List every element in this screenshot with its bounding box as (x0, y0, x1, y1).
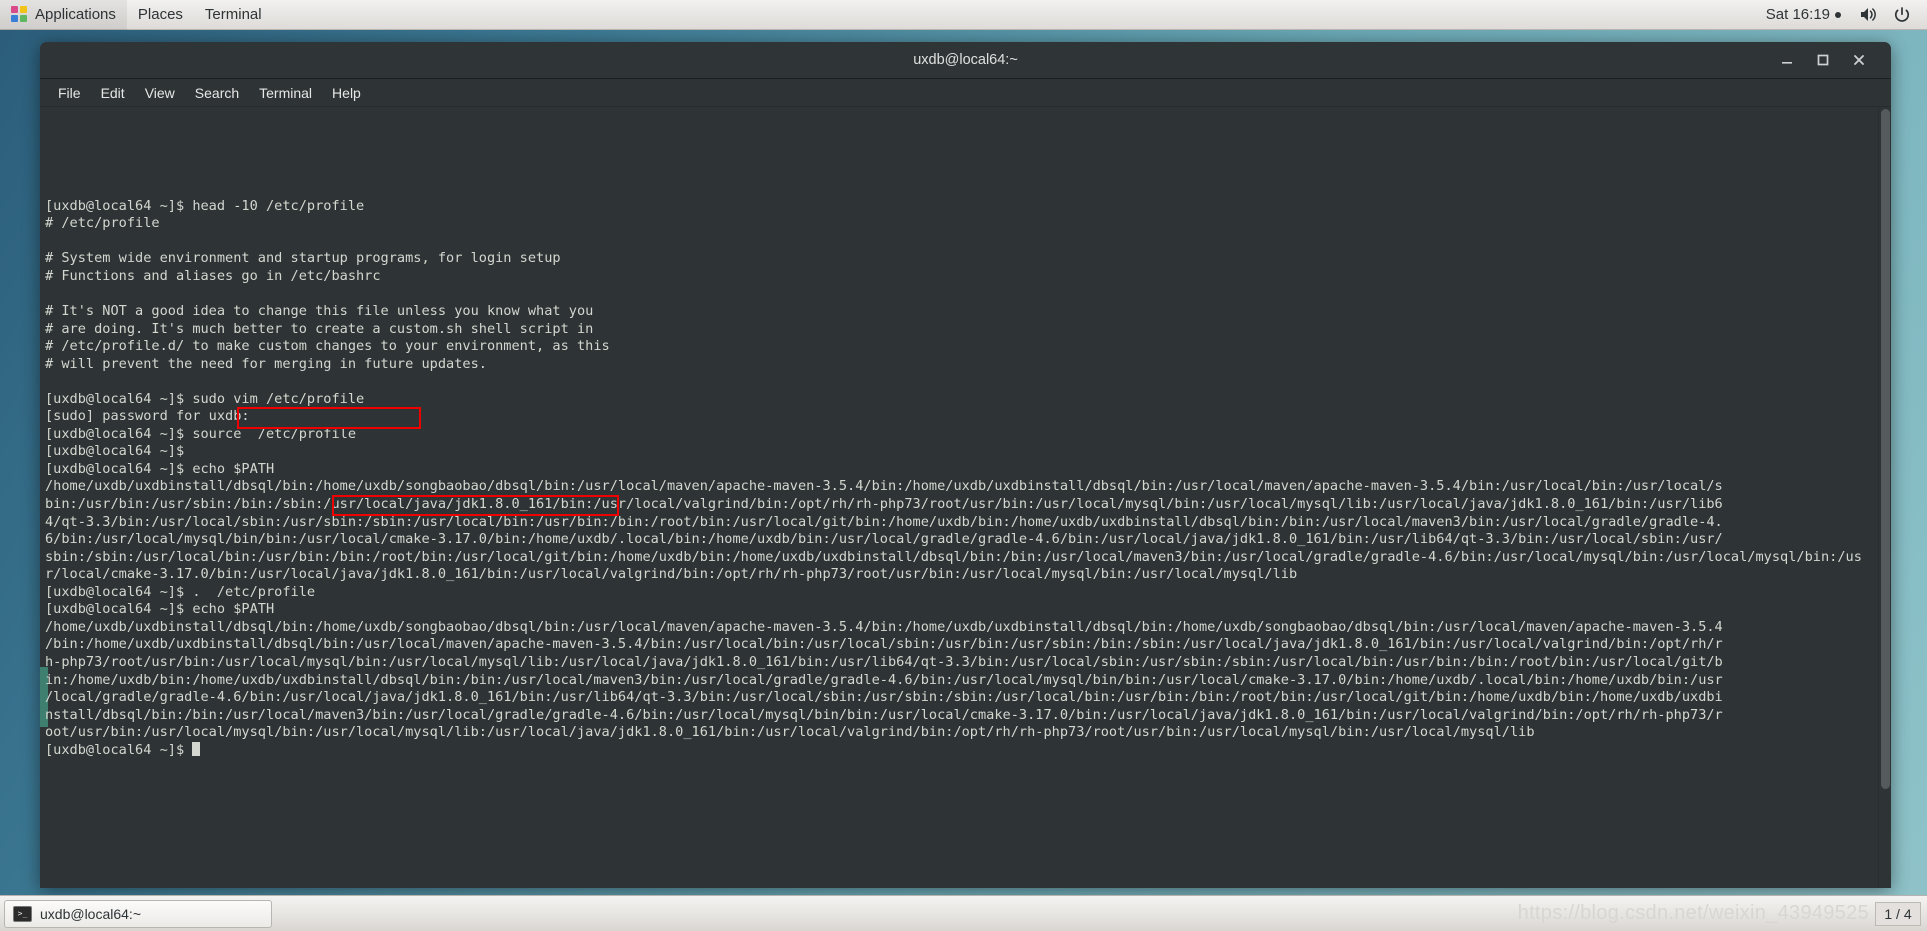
terminal-line: [uxdb@local64 ~]$ (45, 741, 1878, 760)
terminal-line: nstall/dbsql/bin:/bin:/usr/local/maven3/… (45, 706, 1723, 723)
workspace-switcher[interactable]: 1 / 4 (1875, 901, 1921, 926)
top-panel: Applications Places Terminal Sat 16:19 (0, 0, 1927, 30)
terminal-line: /bin:/home/uxdb/uxdbinstall/dbsql/bin:/u… (45, 636, 1723, 653)
watermark-text: https://blog.csdn.net/weixin_43949525 (1517, 902, 1869, 924)
terminal-line: [uxdb@local64 ~]$ (45, 443, 185, 460)
bottom-panel-right: https://blog.csdn.net/weixin_43949525 1 … (1517, 901, 1927, 926)
terminal-line: /home/uxdb/uxdbinstall/dbsql/bin:/home/u… (45, 478, 1723, 495)
menubar-item-search[interactable]: Search (185, 82, 249, 104)
window-title: uxdb@local64:~ (913, 52, 1018, 68)
volume-icon[interactable] (1853, 0, 1883, 30)
taskbar-item-label: uxdb@local64:~ (40, 905, 142, 922)
clock-button[interactable]: Sat 16:19 (1758, 6, 1849, 23)
terminal-body[interactable]: [uxdb@local64 ~]$ head -10 /etc/profile #… (40, 107, 1891, 888)
close-button[interactable] (1841, 46, 1877, 74)
terminal-line: r/local/cmake-3.17.0/bin:/usr/local/java… (45, 566, 1298, 583)
menu-places-label: Places (137, 6, 183, 23)
terminal-line: # /etc/profile.d/ to make custom changes… (45, 338, 610, 355)
terminal-line: 4/qt-3.3/bin:/usr/local/sbin:/usr/sbin:/… (45, 513, 1723, 530)
menubar-item-edit[interactable]: Edit (91, 82, 135, 104)
window-controls (1769, 46, 1891, 74)
clock-label: Sat 16:19 (1765, 6, 1830, 23)
menu-places[interactable]: Places (127, 0, 194, 30)
power-icon[interactable] (1887, 0, 1917, 30)
terminal-menubar: File Edit View Search Terminal Help (40, 79, 1891, 107)
terminal-line: 6/bin:/usr/local/mysql/bin/bin:/usr/loca… (45, 531, 1723, 548)
maximize-button[interactable] (1805, 46, 1841, 74)
terminal-line: bin:/usr/bin:/usr/sbin:/bin:/sbin:/usr/l… (45, 496, 1723, 513)
minimize-button[interactable] (1769, 46, 1805, 74)
terminal-line: in:/home/uxdb/bin:/home/uxdb/uxdbinstall… (45, 671, 1723, 688)
menu-terminal-label: Terminal (204, 6, 262, 23)
window-titlebar[interactable]: uxdb@local64:~ (40, 42, 1891, 79)
terminal-line: [sudo] password for uxdb: (45, 408, 250, 425)
terminal-line: # will prevent the need for merging in f… (45, 355, 487, 372)
terminal-scrollbar-thumb[interactable] (1881, 109, 1890, 789)
terminal-line: [uxdb@local64 ~]$ . /etc/profile (45, 583, 316, 600)
workspace-label: 1 / 4 (1884, 905, 1912, 922)
menubar-item-view[interactable]: View (135, 82, 185, 104)
terminal-line: oot/usr/bin:/usr/local/mysql/bin:/usr/lo… (45, 724, 1535, 741)
terminal-line: [uxdb@local64 ~]$ head -10 /etc/profile (45, 197, 365, 214)
gnome-foot-icon (11, 6, 28, 23)
terminal-line: [uxdb@local64 ~]$ sudo vim /etc/profile (45, 390, 365, 407)
terminal-line: /home/uxdb/uxdbinstall/dbsql/bin:/home/u… (45, 618, 1723, 635)
terminal-icon: >_ (13, 905, 32, 922)
terminal-line: # Functions and aliases go in /etc/bashr… (45, 267, 381, 284)
terminal-window: uxdb@local64:~ File Edit View Search Ter… (40, 42, 1891, 888)
top-panel-status-area: Sat 16:19 (1758, 0, 1927, 30)
bottom-panel: >_ uxdb@local64:~ https://blog.csdn.net/… (0, 895, 1927, 931)
terminal-line: [uxdb@local64 ~]$ echo $PATH (45, 460, 275, 477)
terminal-line: /local/gradle/gradle-4.6/bin:/usr/local/… (45, 689, 1723, 706)
terminal-line: # System wide environment and startup pr… (45, 250, 561, 267)
menu-terminal[interactable]: Terminal (194, 0, 273, 30)
menubar-item-terminal[interactable]: Terminal (249, 82, 322, 104)
recording-dot-icon (1835, 11, 1841, 18)
menu-applications[interactable]: Applications (0, 0, 127, 30)
menubar-item-file[interactable]: File (48, 82, 91, 104)
terminal-cursor (192, 741, 201, 756)
terminal-scrollbar[interactable] (1878, 107, 1891, 888)
menubar-item-help[interactable]: Help (322, 82, 371, 104)
terminal-line: # are doing. It's much better to create … (45, 320, 594, 337)
terminal-line: [uxdb@local64 ~]$ source /etc/profile (45, 425, 356, 442)
terminal-line: # /etc/profile (45, 215, 160, 232)
terminal-line: # It's NOT a good idea to change this fi… (45, 303, 594, 320)
terminal-line: sbin:/sbin:/usr/local/bin:/usr/bin:/bin:… (45, 548, 1862, 565)
terminal-output[interactable]: [uxdb@local64 ~]$ head -10 /etc/profile #… (40, 107, 1878, 888)
terminal-line: h-php73/root/usr/bin:/usr/local/mysql/bi… (45, 653, 1723, 670)
taskbar-item-terminal[interactable]: >_ uxdb@local64:~ (4, 899, 272, 928)
menu-applications-label: Applications (35, 6, 116, 23)
terminal-line: [uxdb@local64 ~]$ echo $PATH (45, 601, 275, 618)
